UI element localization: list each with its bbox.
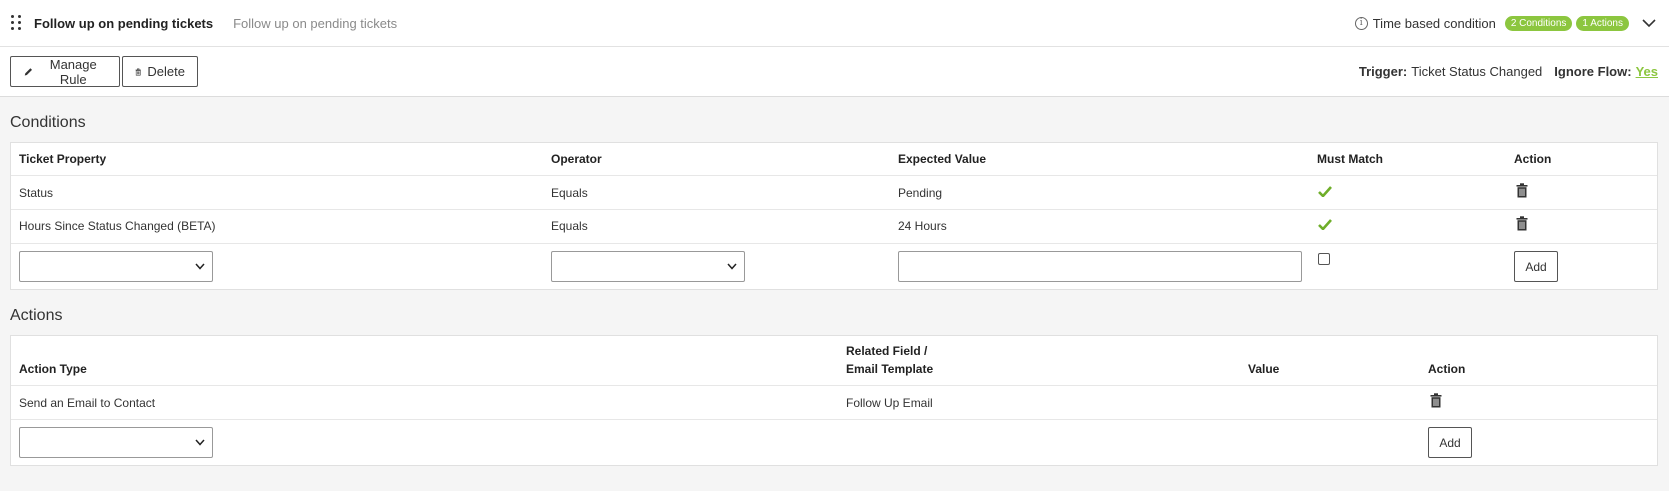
col-value: Value [1248,362,1280,376]
divider [11,243,1657,244]
col-action: Action [1514,152,1552,166]
header-right: i Time based condition 2 Conditions 1 Ac… [1354,13,1659,33]
actions-count-badge: 1 Actions [1576,15,1629,31]
chevron-down-icon [727,263,737,270]
trash-icon[interactable] [1430,393,1442,408]
must-match-checkbox[interactable] [1318,253,1330,265]
chevron-down-icon [195,439,205,446]
manage-rule-button[interactable]: Manage Rule [10,56,120,87]
rule-toolbar: Manage Rule Delete Trigger: Ticket Statu… [0,47,1669,97]
divider [11,209,1657,210]
action-related-field: Follow Up Email [846,396,933,410]
time-condition-label: Time based condition [1372,15,1496,31]
conditions-title: Conditions [10,114,86,131]
trash-icon [135,68,141,76]
chevron-down-icon [195,263,205,270]
condition-operator: Equals [551,219,588,233]
condition-operator: Equals [551,186,588,200]
add-action-button[interactable]: Add [1428,427,1472,458]
pencil-icon [24,67,32,75]
divider [11,419,1657,420]
check-icon [1318,186,1332,197]
trash-icon[interactable] [1516,183,1528,198]
condition-property: Status [19,186,54,200]
actions-title: Actions [10,307,63,324]
drag-handle-icon[interactable] [11,15,23,31]
add-condition-button[interactable]: Add [1514,251,1558,282]
condition-value: Pending [898,186,943,200]
actions-table: Action Type Related Field / Email Templa… [10,335,1658,466]
expected-value-input[interactable] [898,251,1302,282]
chevron-down-icon[interactable] [1639,13,1659,33]
col-operator: Operator [551,152,602,166]
conditions-table: Ticket Property Operator Expected Value … [10,142,1658,290]
manage-rule-label: Manage Rule [49,56,97,87]
delete-button[interactable]: Delete [122,56,198,87]
condition-property: Hours Since Status Changed (BETA) [19,219,216,233]
delete-label: Delete [147,64,185,79]
check-icon [1318,219,1332,230]
col-action-type: Action Type [19,362,87,376]
trigger-label: Trigger: [1358,64,1408,79]
col-email-template: Email Template [846,362,934,376]
col-action: Action [1428,362,1466,376]
condition-value: 24 Hours [898,219,947,233]
operator-select[interactable] [551,251,745,282]
ignore-flow-label: Ignore Flow: [1554,64,1632,79]
col-related-field: Related Field / [846,344,928,358]
trash-icon[interactable] [1516,216,1528,231]
divider [11,175,1657,176]
rule-description: Follow up on pending tickets [233,15,398,31]
col-expected-value: Expected Value [898,152,987,166]
trigger-info: Trigger: Ticket Status Changed Ignore Fl… [1359,64,1658,79]
rule-header: Follow up on pending tickets Follow up o… [0,0,1669,47]
info-icon: i [1354,16,1368,30]
divider [11,385,1657,386]
conditions-count-badge: 2 Conditions [1504,15,1573,31]
col-must-match: Must Match [1317,152,1383,166]
action-type-select[interactable] [19,427,213,458]
action-type: Send an Email to Contact [19,396,156,410]
property-select[interactable] [19,251,213,282]
trigger-value: Ticket Status Changed [1411,64,1543,79]
rule-title: Follow up on pending tickets [34,15,214,31]
ignore-flow-link[interactable]: Yes [1636,64,1658,79]
col-ticket-property: Ticket Property [19,152,107,166]
